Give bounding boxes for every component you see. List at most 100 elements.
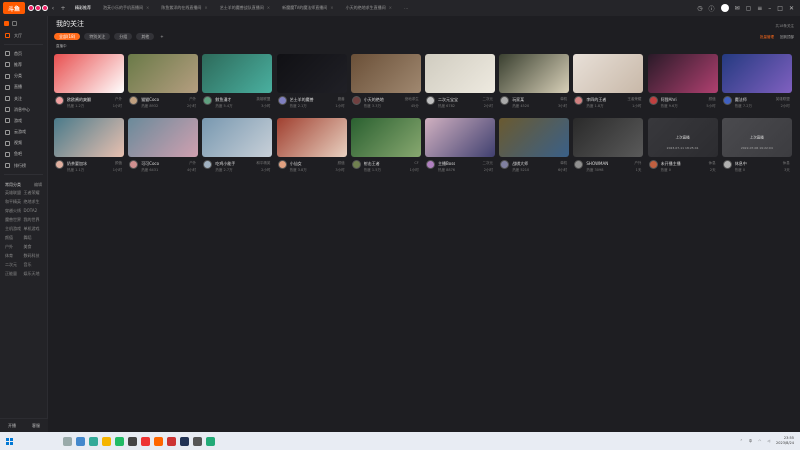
volume-icon[interactable]: ◁ xyxy=(767,439,770,443)
tab-2[interactable]: 陈鱼紫洋的在线直播间 × xyxy=(158,3,210,13)
category-link[interactable]: 绝地求生 xyxy=(24,199,43,205)
stream-card[interactable]: 玩家某 单机 热度 4520 3小时 xyxy=(499,54,570,111)
sidebar-item[interactable]: 分类 xyxy=(0,71,47,82)
back-arrow-icon[interactable]: ‹ xyxy=(48,5,58,12)
streamer-name[interactable]: 吃鸡小能手 xyxy=(215,161,235,167)
stream-thumbnail[interactable] xyxy=(499,118,570,157)
category-link[interactable]: 美食 xyxy=(24,244,43,250)
streamer-name[interactable]: SHOWMAN xyxy=(586,161,608,166)
stream-thumbnail[interactable] xyxy=(54,118,124,157)
close-icon[interactable]: × xyxy=(330,5,333,10)
app-icon[interactable] xyxy=(115,436,124,446)
category-link[interactable]: 娱乐天地 xyxy=(24,271,43,277)
stream-card[interactable]: 奶茶要加冰 颜值 热度 1.1万 1小时 xyxy=(54,118,124,175)
streamer-name[interactable]: 阿狸Ahri xyxy=(661,97,677,103)
stream-thumbnail[interactable] xyxy=(54,54,124,93)
profile-avatar[interactable] xyxy=(720,4,729,12)
folder-icon[interactable] xyxy=(102,436,111,446)
clock[interactable]: 23:55 2023/8/24 xyxy=(776,436,794,446)
customer-service-button[interactable]: 客服 xyxy=(32,423,40,429)
avatar[interactable] xyxy=(426,96,435,105)
category-link[interactable]: 正能量 xyxy=(5,271,24,277)
avatar[interactable] xyxy=(277,96,287,105)
avatar[interactable] xyxy=(55,96,64,105)
category-link[interactable]: 王者荣耀 xyxy=(24,190,43,196)
streamer-name[interactable]: 可可Coco xyxy=(141,161,159,167)
batch-manage-button[interactable]: 批量管理 xyxy=(760,35,774,40)
stream-card[interactable]: 猫猫Coco 户外 热度 8932 2小时 xyxy=(128,54,199,111)
sidebar-item-lobby[interactable]: 大厅 xyxy=(0,30,47,41)
stream-thumbnail[interactable] xyxy=(350,118,421,157)
filter-all[interactable]: 全部(18) xyxy=(54,33,81,40)
app-icon[interactable] xyxy=(206,436,215,446)
stream-card[interactable]: 小仙女 颜值 热度 3.8万 3小时 xyxy=(276,118,347,175)
app-icon[interactable] xyxy=(141,436,150,446)
streamer-name[interactable]: 奶茶要加冰 xyxy=(67,161,87,167)
windows-start-icon[interactable] xyxy=(6,437,13,445)
tab-4[interactable]: 新魔魔TV的魔法师直播间 × xyxy=(279,3,337,13)
stream-thumbnail[interactable] xyxy=(276,118,347,157)
streamer-name[interactable]: 鲸鱼漫才 xyxy=(215,97,231,103)
stream-card[interactable]: 小天的绝地 绝地求生 热度 3.3万 45分 xyxy=(350,54,421,111)
sidebar-item[interactable]: 直播 xyxy=(0,82,47,93)
avatar[interactable] xyxy=(277,160,287,169)
user-avatars[interactable] xyxy=(28,5,48,11)
close-icon[interactable]: × xyxy=(204,5,207,10)
sidebar-item[interactable]: 关注 xyxy=(0,93,47,104)
sidebar-item[interactable]: 云游戏 xyxy=(0,127,47,138)
avatar[interactable] xyxy=(203,160,213,169)
stream-thumbnail[interactable] xyxy=(276,54,347,93)
chevron-up-icon[interactable]: ⌃ xyxy=(740,439,743,443)
stream-thumbnail[interactable] xyxy=(573,118,644,157)
stream-card[interactable]: 射击王者 CF 热度 1.5万 1小时 xyxy=(350,118,421,175)
app-icon[interactable] xyxy=(128,436,137,446)
avatar[interactable] xyxy=(574,160,584,169)
close-window-icon[interactable]: ✕ xyxy=(789,5,794,12)
category-link[interactable]: 舞蹈 xyxy=(24,235,43,241)
add-group-button[interactable]: + xyxy=(158,33,165,40)
streamer-name[interactable]: 未开播主播 xyxy=(661,161,681,167)
minimize-icon[interactable]: – xyxy=(768,5,771,12)
stream-card[interactable]: 主播Boss 二次元 热度 8876 2小时 xyxy=(425,118,495,175)
category-link[interactable]: 音乐 xyxy=(24,262,43,268)
plus-icon[interactable]: + xyxy=(58,5,68,12)
stream-card[interactable]: 可可Coco 户外 热度 6431 4小时 xyxy=(128,118,199,175)
stream-thumbnail[interactable] xyxy=(202,54,273,93)
streamer-name[interactable]: 魔法师 xyxy=(735,97,747,103)
streamer-name[interactable]: 艺士羊的魔兽 xyxy=(290,97,314,103)
stream-card[interactable]: 魔法师 英雄联盟 热度 7.2万 2小时 xyxy=(721,54,792,111)
avatar[interactable] xyxy=(203,96,213,105)
start-stream-button[interactable]: 开播 xyxy=(8,423,16,429)
sidebar-item[interactable]: 排行榜 xyxy=(0,160,47,171)
avatar[interactable] xyxy=(500,96,510,105)
category-link[interactable]: 穿越火线 xyxy=(5,208,24,214)
category-link[interactable]: 户外 xyxy=(5,244,24,250)
ime-indicator[interactable]: 中 xyxy=(749,439,753,444)
stream-thumbnail[interactable] xyxy=(425,54,495,93)
sidebar-item[interactable]: 游戏 xyxy=(0,115,47,126)
stream-thumbnail[interactable] xyxy=(202,118,273,157)
streamer-name[interactable]: 小天的绝地 xyxy=(364,97,384,103)
category-link[interactable]: 二次元 xyxy=(5,262,24,268)
sidebar-item[interactable]: 视频 xyxy=(0,138,47,149)
tab-menu[interactable]: ⋯ xyxy=(401,4,411,13)
menu-icon[interactable]: ≡ xyxy=(757,5,762,12)
douyu-app-icon[interactable] xyxy=(154,436,163,446)
sidebar-item[interactable]: 推荐 xyxy=(0,59,47,70)
avatar[interactable] xyxy=(129,96,139,105)
stream-card[interactable]: 艺士羊的魔兽 魔兽 热度 2.1万 1小时 xyxy=(276,54,347,111)
back-to-top-button[interactable]: 回到顶部 xyxy=(780,35,794,40)
stream-thumbnail[interactable] xyxy=(721,54,792,93)
maximize-icon[interactable]: □ xyxy=(777,5,783,12)
edit-categories-button[interactable]: 编辑 xyxy=(34,182,42,188)
stream-card[interactable]: 二次元宝宝 二次元 热度 6782 2小时 xyxy=(425,54,495,111)
streamer-name[interactable]: 欧欧酱的爽翻 xyxy=(67,97,91,103)
wifi-icon[interactable]: ◠ xyxy=(758,439,761,443)
filter-special[interactable]: 特别关注 xyxy=(84,33,111,40)
stream-card[interactable]: 阿狸Ahri 颜值 热度 9.6万 5小时 xyxy=(647,54,718,111)
tab-3[interactable]: 艺士羊的魔兽战队直播间 × xyxy=(217,3,273,13)
stream-card[interactable]: 欧欧酱的爽翻 户外 热度 1.2万 1小时 xyxy=(54,54,124,111)
sidebar-item[interactable]: 消息中心 xyxy=(0,104,47,115)
douyu-logo[interactable]: 斗鱼 xyxy=(3,2,25,14)
streamer-name[interactable]: 主播Boss xyxy=(438,161,455,167)
